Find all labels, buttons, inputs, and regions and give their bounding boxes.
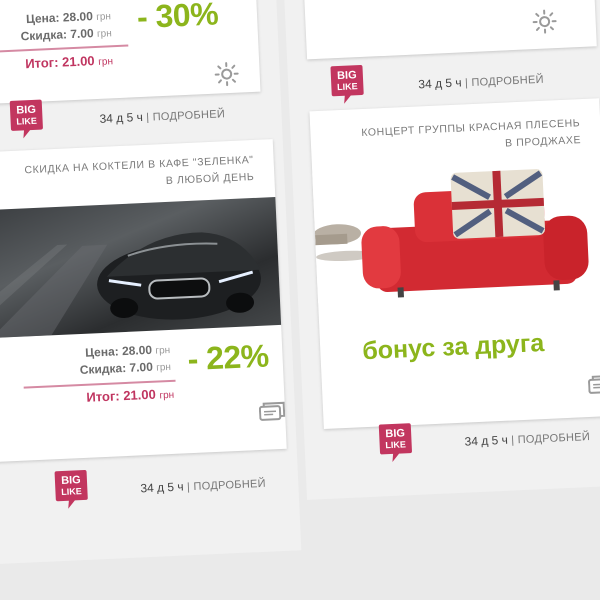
- bonus-text: бонус за друга: [361, 328, 545, 366]
- biglike-badge[interactable]: BIG LIKE: [378, 421, 414, 466]
- discount-percent: - 30%: [136, 0, 219, 36]
- armchair-image: [312, 169, 589, 298]
- discount-percent: - 22%: [186, 337, 270, 378]
- deal-card-cocktails[interactable]: СКИДКА НА КОКТЕЛИ В КАФЕ "ЗЕЛЕНКА" В ЛЮБ…: [0, 139, 287, 462]
- deals-grid: Цена: 28.00 грн Скидка: 7.00 грн Итог: 2…: [0, 0, 600, 600]
- tickets-icon[interactable]: [588, 374, 600, 395]
- time-left: 34 д 5 ч: [99, 109, 144, 126]
- time-left: 34 д 5 ч: [464, 432, 509, 449]
- biglike-badge[interactable]: BIG LIKE: [9, 97, 45, 142]
- deal-card-top-left[interactable]: Цена: 28.00 грн Скидка: 7.00 грн Итог: 2…: [0, 0, 261, 106]
- sun-icon[interactable]: [213, 61, 240, 88]
- time-left: 34 д 5 ч: [418, 75, 462, 92]
- car-photo[interactable]: [0, 197, 282, 339]
- time-left: 34 д 5 ч: [140, 479, 184, 496]
- armchair-photo[interactable]: [312, 160, 600, 304]
- car-image: [0, 232, 261, 339]
- deal-caption: КОНЦЕРТ ГРУППЫ КРАСНАЯ ПЛЕСЕНЬ В ПРОДЖАХ…: [361, 117, 582, 150]
- deal-card-concert[interactable]: КОНЦЕРТ ГРУППЫ КРАСНАЯ ПЛЕСЕНЬ В ПРОДЖАХ…: [309, 98, 600, 430]
- svg-text:LIKE: LIKE: [61, 486, 82, 497]
- discount-line: Скидка: 7.00 грн: [20, 26, 112, 44]
- svg-text:LIKE: LIKE: [337, 81, 358, 92]
- biglike-badge[interactable]: BIG LIKE: [53, 468, 89, 513]
- svg-text:LIKE: LIKE: [385, 439, 406, 450]
- svg-text:BIG: BIG: [337, 69, 357, 82]
- tickets-icon[interactable]: [258, 401, 286, 422]
- total-line: Итог: 21.00 грн: [24, 53, 114, 72]
- svg-text:BIG: BIG: [385, 427, 405, 440]
- svg-text:LIKE: LIKE: [16, 116, 37, 127]
- sun-icon[interactable]: [531, 8, 558, 35]
- deal-caption: СКИДКА НА КОКТЕЛИ В КАФЕ "ЗЕЛЕНКА" В ЛЮБ…: [24, 153, 255, 187]
- biglike-badge[interactable]: BIG LIKE: [329, 63, 365, 108]
- svg-text:BIG: BIG: [61, 474, 81, 487]
- total-line: Итог: 21.00 грн: [86, 386, 175, 405]
- svg-text:BIG: BIG: [16, 104, 36, 117]
